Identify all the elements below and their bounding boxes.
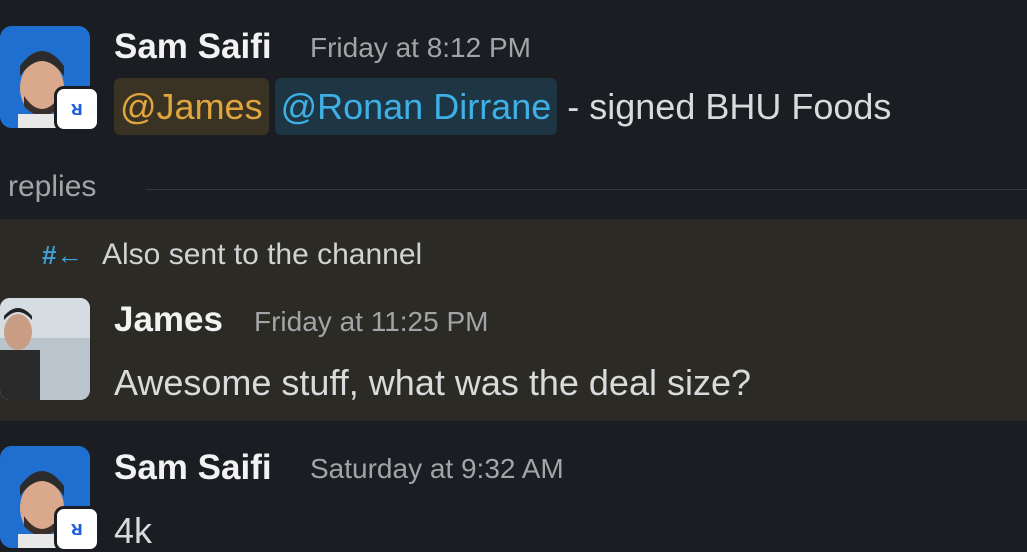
- timestamp[interactable]: Saturday at 9:32 AM: [310, 453, 564, 485]
- timestamp[interactable]: Friday at 11:25 PM: [254, 306, 488, 338]
- author-name[interactable]: Sam Saifi: [114, 27, 272, 67]
- app-badge-icon: ᴚ: [54, 506, 100, 552]
- message-text: Awesome stuff, what was the deal size?: [114, 362, 752, 403]
- message-2: James Friday at 11:25 PM Awesome stuff, …: [0, 290, 1027, 420]
- avatar-image: [0, 298, 90, 400]
- replies-divider-line: [146, 189, 1027, 190]
- timestamp[interactable]: Friday at 8:12 PM: [310, 32, 531, 64]
- app-badge-icon: ᴚ: [54, 86, 100, 132]
- also-sent-to-channel[interactable]: Also sent to the channel: [102, 238, 422, 272]
- message-text: @James @Ronan Dirrane - signed BHU Foods: [114, 78, 892, 135]
- author-name[interactable]: Sam Saifi: [114, 448, 272, 488]
- channel-hash-arrow-icon: #←: [42, 240, 83, 270]
- message-3: ᴚ Sam Saifi Saturday at 9:32 AM 4k: [0, 440, 1027, 552]
- mention-ronan-dirrane[interactable]: @Ronan Dirrane: [274, 78, 558, 135]
- author-name[interactable]: James: [114, 300, 223, 340]
- mention-james[interactable]: @James: [114, 78, 269, 135]
- avatar-james[interactable]: [0, 298, 90, 400]
- replies-divider-label: replies: [8, 170, 97, 203]
- message-body: - signed BHU Foods: [567, 86, 892, 127]
- message-1: ᴚ Sam Saifi Friday at 8:12 PM @James @Ron…: [0, 0, 1027, 160]
